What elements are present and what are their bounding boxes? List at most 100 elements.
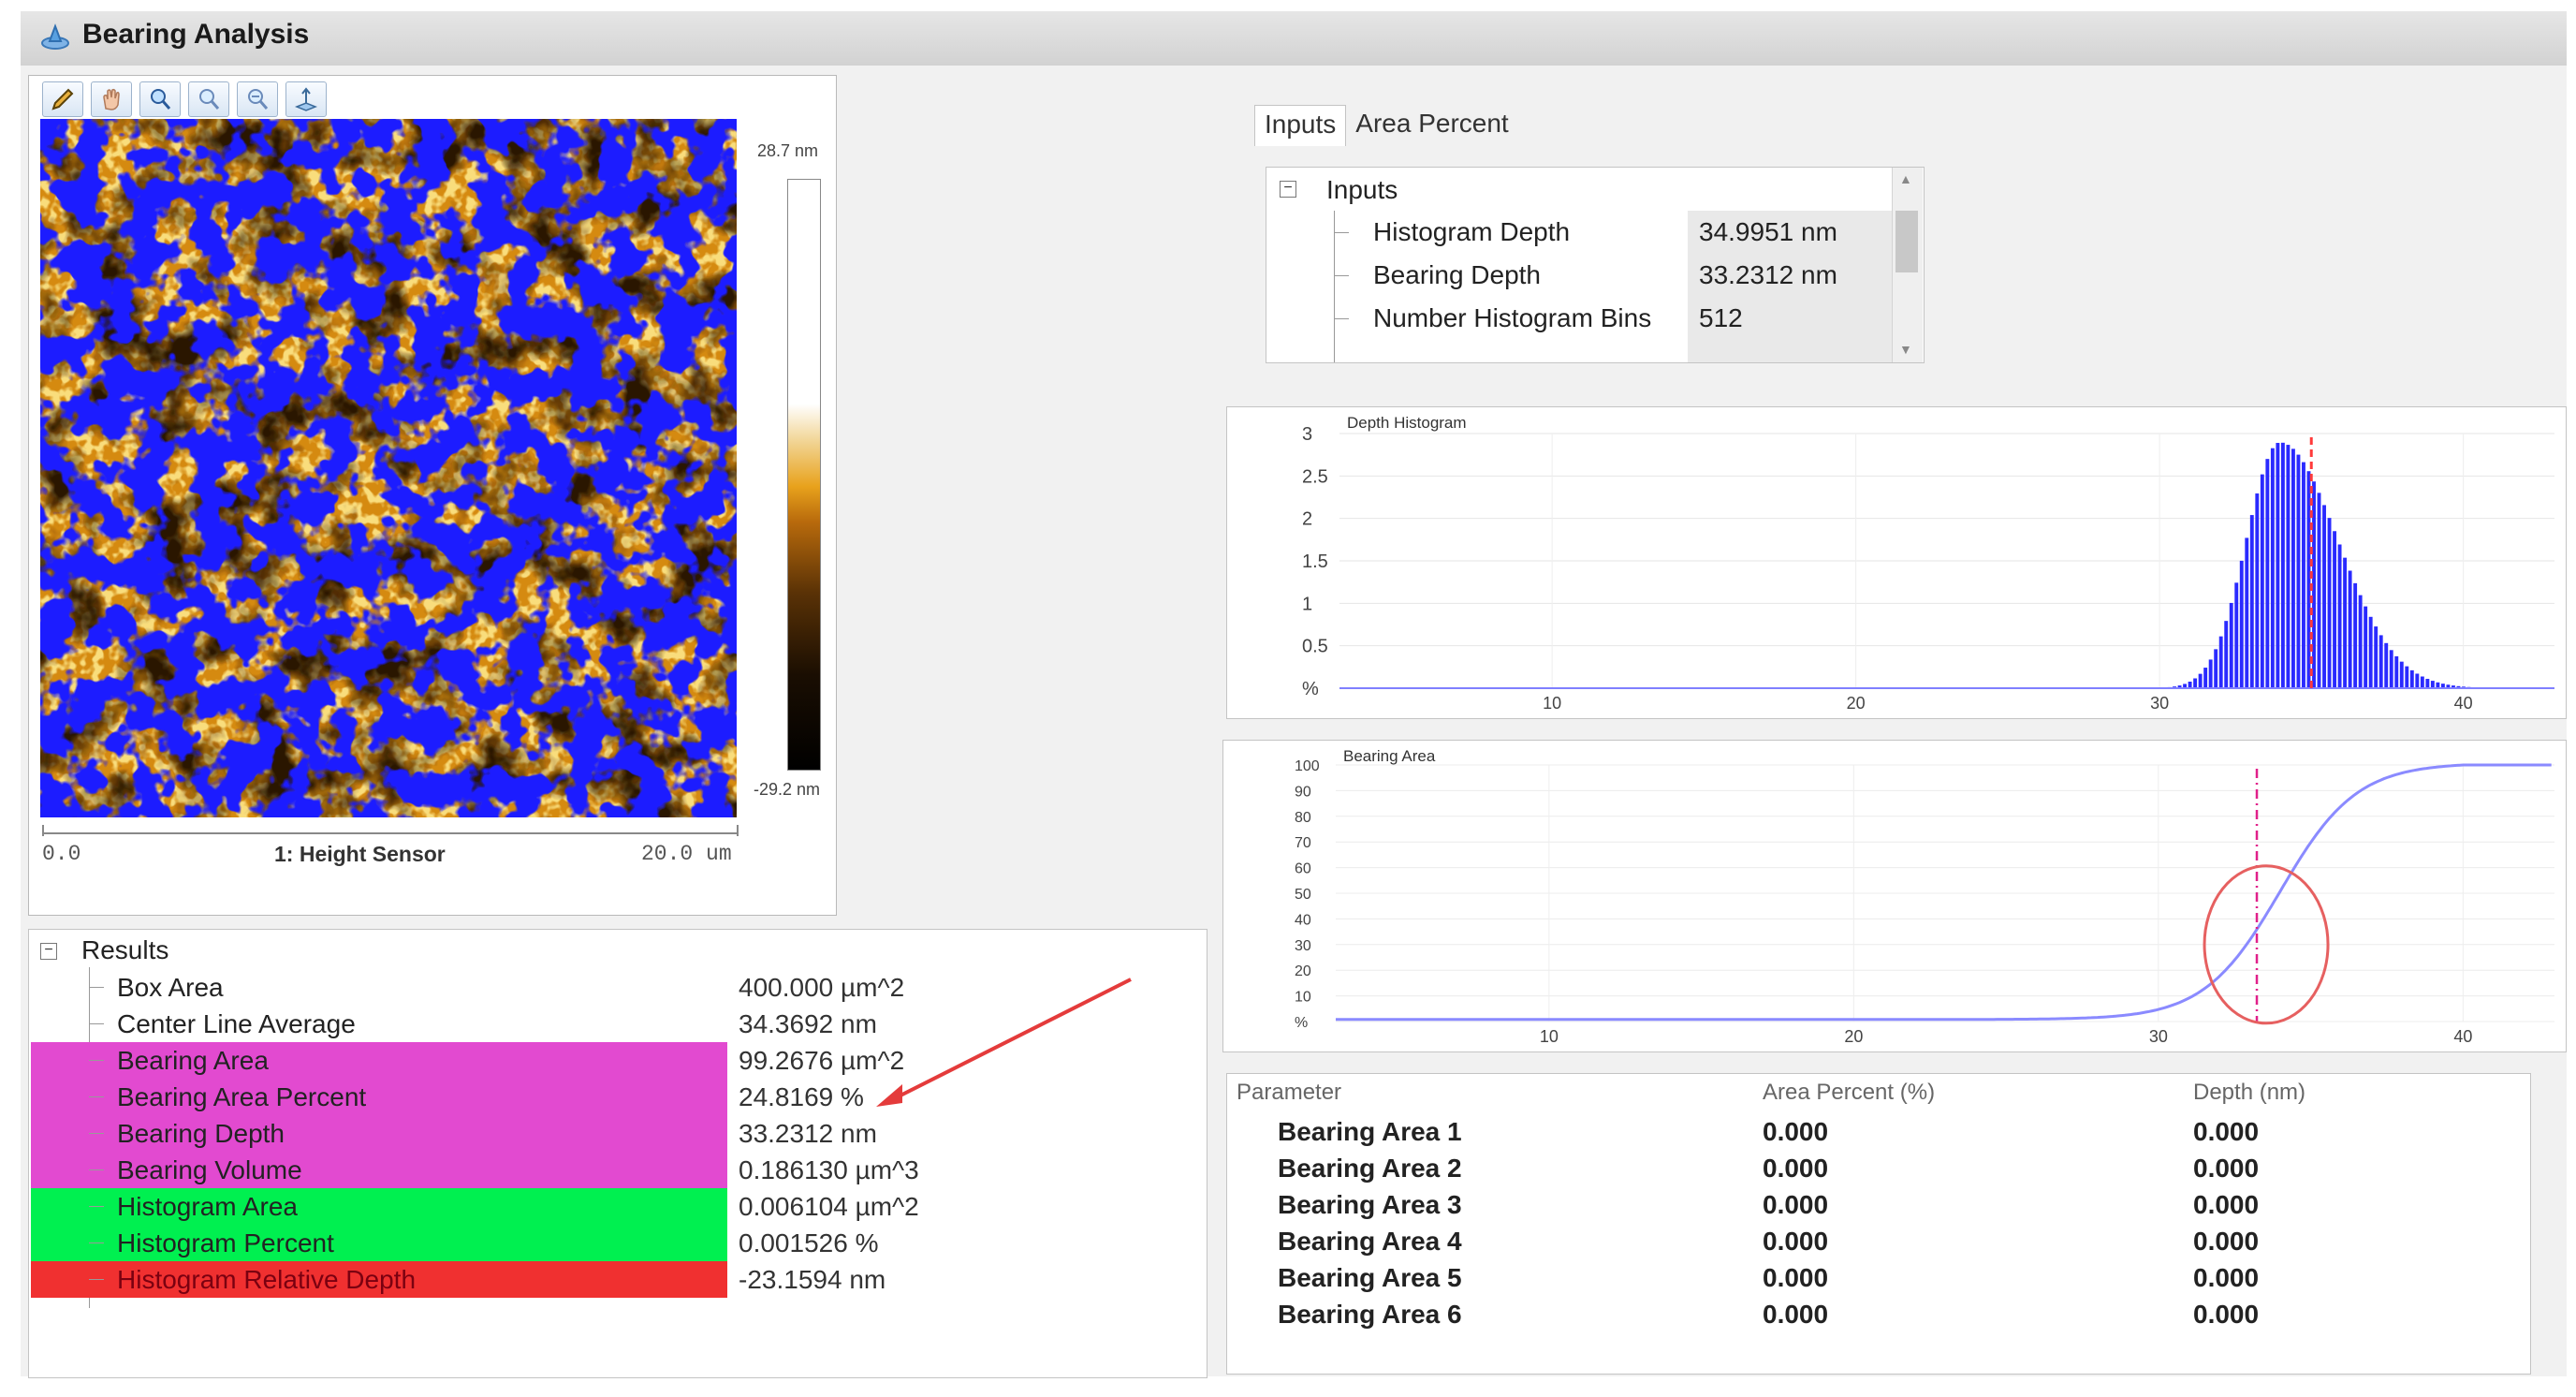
- histogram-bar: [2384, 642, 2389, 688]
- histogram-bar: [2239, 560, 2244, 688]
- tree-line: [89, 1060, 104, 1061]
- histogram-bar: [2358, 595, 2363, 688]
- bearing-area-chart: 100 90 80 70 60 50 40 30 20 10% 10 20 30 40 Bearing Ar…: [1222, 740, 2567, 1052]
- afm-height-image[interactable]: [40, 119, 737, 817]
- scrollbar-thumb[interactable]: [1895, 211, 1918, 272]
- scroll-down-icon[interactable]: ▼: [1899, 342, 1912, 357]
- collapse-toggle-icon[interactable]: −: [1280, 181, 1296, 198]
- histogram-bar: [2409, 669, 2414, 688]
- parameter-row[interactable]: Bearing Area 4 0.000 0.000: [1227, 1223, 2530, 1259]
- scale-max-label: 20.0 um: [641, 842, 732, 866]
- result-row[interactable]: Histogram Area 0.006104 µm^2: [29, 1188, 1207, 1225]
- parameter-row[interactable]: Bearing Area 3 0.000 0.000: [1227, 1186, 2530, 1223]
- y-tick-label: 100: [1295, 758, 1320, 774]
- result-value: 0.186130 µm^3: [739, 1155, 919, 1184]
- histogram-bar: [2302, 462, 2305, 688]
- y-tick-label: 20: [1295, 963, 1311, 979]
- histogram-bar: [2214, 649, 2218, 688]
- histogram-bar: [2245, 537, 2249, 688]
- header-parameter: Parameter: [1237, 1080, 1342, 1105]
- histogram-bar: [2188, 681, 2192, 688]
- histogram-bar: [2296, 454, 2301, 688]
- annotation-arrow: [876, 978, 1132, 1107]
- tab-area-percent[interactable]: Area Percent: [1346, 105, 1517, 146]
- result-row[interactable]: Bearing Depth 33.2312 nm: [29, 1115, 1207, 1152]
- input-value-clipped: [1688, 340, 1894, 362]
- input-row: Histogram Depth 34.9951 nm: [1266, 211, 1894, 254]
- x-tick-label: 30: [2149, 1027, 2168, 1046]
- parameter-row[interactable]: Bearing Area 2 0.000 0.000: [1227, 1150, 2530, 1186]
- plane-fit-icon[interactable]: [285, 81, 327, 117]
- histogram-bar: [2378, 635, 2383, 688]
- histogram-bar: [2203, 668, 2208, 688]
- channel-label: 1: Height Sensor: [274, 842, 446, 866]
- result-value: 0.006104 µm^2: [739, 1192, 919, 1221]
- input-value-field[interactable]: 34.9951 nm: [1688, 211, 1894, 254]
- zoom-out-icon[interactable]: [237, 81, 278, 117]
- collapse-toggle-icon[interactable]: −: [40, 943, 57, 960]
- histogram-bar: [2368, 616, 2373, 688]
- bearing-area-svg: 100 90 80 70 60 50 40 30 20 10% 10 20 30 40 Bearing Ar…: [1295, 747, 2554, 1046]
- y-tick-label: 0.5: [1302, 637, 1328, 657]
- scroll-up-icon[interactable]: ▲: [1899, 171, 1912, 186]
- result-label: Bearing Area: [117, 1046, 269, 1075]
- results-header: Results: [81, 935, 169, 964]
- y-tick-label: 80: [1295, 810, 1311, 826]
- input-value-field[interactable]: 512: [1688, 297, 1894, 340]
- histogram-bar: [2249, 515, 2254, 688]
- result-value: -23.1594 nm: [739, 1265, 886, 1294]
- tab-inputs[interactable]: Inputs: [1254, 105, 1347, 146]
- height-colorbar: [787, 179, 821, 771]
- pencil-tool-icon[interactable]: [42, 81, 83, 117]
- input-value-field[interactable]: 33.2312 nm: [1688, 254, 1894, 297]
- depth-histogram-chart: 3 2.5 2 1.5 1 0.5% 10 20 30 40 Depth Histogram: [1226, 406, 2567, 719]
- x-tick-label: 40: [2453, 1027, 2472, 1046]
- y-tick-label: 1.5: [1302, 551, 1328, 572]
- scale-tick: [42, 825, 44, 836]
- parameter-area-percent: 0.000: [1763, 1154, 1829, 1183]
- y-tick-label: 40: [1295, 912, 1311, 928]
- histogram-bar: [2430, 681, 2435, 688]
- parameter-row[interactable]: Bearing Area 1 0.000 0.000: [1227, 1113, 2530, 1150]
- y-tick-label: 3: [1302, 424, 1312, 445]
- x-tick-label: 30: [2150, 694, 2169, 713]
- zoom-in-icon[interactable]: [139, 81, 181, 117]
- parameter-row[interactable]: Bearing Area 6 0.000 0.000: [1227, 1296, 2530, 1332]
- parameter-row[interactable]: Bearing Area 5 0.000 0.000: [1227, 1259, 2530, 1296]
- result-label: Bearing Area Percent: [117, 1082, 367, 1111]
- histogram-bar: [2265, 459, 2270, 688]
- histogram-bar: [2208, 659, 2213, 688]
- histogram-bar: [2353, 582, 2358, 688]
- x-tick-label: 10: [1543, 694, 1561, 713]
- result-row[interactable]: Histogram Percent 0.001526 %: [29, 1225, 1207, 1261]
- title-bar: Bearing Analysis: [21, 11, 2567, 66]
- parameter-area-percent: 0.000: [1763, 1263, 1829, 1292]
- histogram-bar: [2255, 493, 2260, 688]
- result-row[interactable]: Bearing Volume 0.186130 µm^3: [29, 1152, 1207, 1188]
- y-tick-label: 50: [1295, 887, 1311, 903]
- settings-tabs: Inputs Area Percent: [1254, 105, 1518, 146]
- histogram-bar: [2276, 443, 2280, 688]
- scale-tick: [737, 825, 739, 836]
- histogram-bar: [2420, 676, 2424, 688]
- x-tick-label: 20: [1847, 694, 1866, 713]
- hand-pan-icon[interactable]: [91, 81, 132, 117]
- histogram-bar: [2399, 661, 2404, 688]
- parameter-depth: 0.000: [2193, 1227, 2260, 1256]
- result-row[interactable]: Histogram Relative Depth -23.1594 nm: [29, 1261, 1207, 1298]
- window-title: Bearing Analysis: [82, 19, 310, 50]
- bearing-parameter-table: Parameter Area Percent (%) Depth (nm) Be…: [1226, 1073, 2531, 1375]
- tree-line: [89, 1169, 104, 1170]
- parameter-area-percent: 0.000: [1763, 1190, 1829, 1219]
- histogram-bar: [2270, 448, 2275, 688]
- tree-line: [89, 1096, 104, 1097]
- zoom-region-icon[interactable]: [188, 81, 229, 117]
- colorbar-max-label: 28.7 nm: [757, 141, 819, 160]
- result-label: Histogram Relative Depth: [117, 1265, 417, 1294]
- result-label: Histogram Area: [117, 1192, 298, 1221]
- inputs-header: Inputs: [1326, 175, 1398, 204]
- histogram-bar: [2337, 544, 2342, 688]
- parameter-depth: 0.000: [2193, 1190, 2260, 1219]
- y-tick-label: 30: [1295, 938, 1311, 954]
- x-tick-label: 10: [1540, 1027, 1559, 1046]
